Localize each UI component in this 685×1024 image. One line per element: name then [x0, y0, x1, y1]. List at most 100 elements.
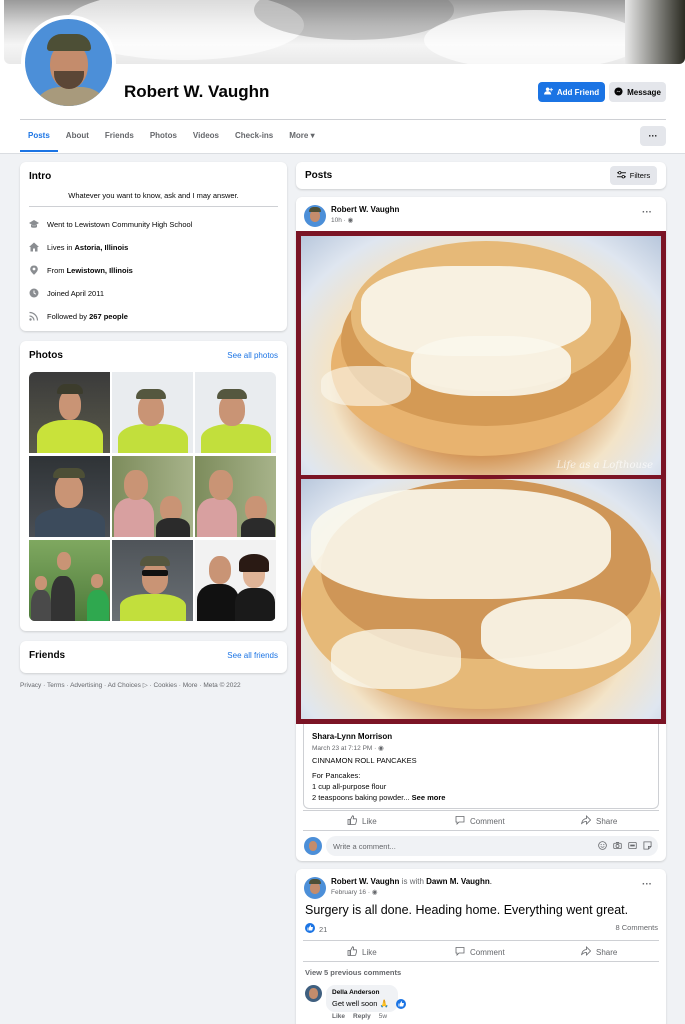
- comment-reply-link[interactable]: Reply: [353, 1013, 371, 1020]
- share-button[interactable]: Share: [581, 946, 617, 958]
- post-author-avatar[interactable]: [304, 877, 326, 899]
- home-icon: [29, 242, 39, 252]
- shared-line: For Pancakes:: [312, 771, 361, 780]
- comment-time[interactable]: 5w: [379, 1013, 387, 1020]
- thumbs-up-icon: [347, 815, 358, 827]
- tab-photos[interactable]: Photos: [142, 126, 185, 152]
- comment-input[interactable]: Write a comment...: [326, 836, 658, 856]
- photo-thumbnail[interactable]: [112, 372, 193, 453]
- intro-lives-link[interactable]: Astoria, Illinois: [75, 243, 129, 252]
- photo-thumbnail[interactable]: [195, 540, 276, 621]
- with-text: is with: [401, 877, 424, 886]
- comment-label: Comment: [470, 816, 505, 826]
- rss-icon: [29, 311, 39, 321]
- photo-thumbnail[interactable]: [112, 540, 193, 621]
- post-author-avatar[interactable]: [304, 205, 326, 227]
- intro-card: Intro Whatever you want to know, ask and…: [20, 162, 287, 331]
- view-previous-comments-link[interactable]: View 5 previous comments: [305, 968, 401, 977]
- comment-button[interactable]: Comment: [455, 946, 505, 958]
- current-user-avatar[interactable]: [304, 837, 322, 855]
- add-person-icon: [543, 87, 553, 97]
- sliders-icon: [616, 170, 626, 181]
- photo-thumbnail[interactable]: [195, 456, 276, 537]
- like-button[interactable]: Like: [347, 815, 377, 827]
- photo-thumbnail[interactable]: [29, 540, 110, 621]
- add-friend-button[interactable]: Add Friend: [538, 82, 605, 102]
- profile-avatar[interactable]: [21, 15, 116, 110]
- pancake-image-bottom: [301, 479, 661, 719]
- intro-row-joined: Joined April 2011: [29, 288, 104, 298]
- camera-icon[interactable]: [613, 841, 622, 852]
- image-watermark: Life as a Lofthouse: [556, 460, 653, 471]
- clock-icon: [29, 288, 39, 298]
- post-actions-divider-bottom: [303, 830, 659, 831]
- comment-actions: Like Reply 5w: [332, 1013, 387, 1020]
- see-all-friends-link[interactable]: See all friends: [227, 651, 278, 660]
- footer-links[interactable]: Privacy · Terms · Advertising · Ad Choic…: [20, 681, 241, 689]
- sticker-icon[interactable]: [643, 840, 652, 852]
- post-options-icon[interactable]: ···: [642, 207, 652, 218]
- comment-button[interactable]: Comment: [455, 815, 505, 827]
- reaction-summary[interactable]: 21: [305, 923, 327, 935]
- photo-thumbnail[interactable]: [112, 456, 193, 537]
- like-label: Like: [362, 947, 377, 957]
- photo-thumbnail[interactable]: [29, 456, 110, 537]
- post-image[interactable]: Life as a Lofthouse: [296, 231, 666, 724]
- intro-row-education: Went to Lewistown Community High School: [29, 219, 192, 229]
- intro-from-link[interactable]: Lewistown, Illinois: [67, 266, 133, 275]
- comment-like-link[interactable]: Like: [332, 1013, 345, 1020]
- tab-more[interactable]: More ▾: [281, 126, 322, 152]
- tagged-person-link[interactable]: Dawn M. Vaughn: [426, 877, 490, 886]
- profile-more-button[interactable]: ···: [640, 126, 666, 146]
- share-button[interactable]: Share: [581, 815, 617, 827]
- add-friend-label: Add Friend: [556, 87, 600, 97]
- comment-input-placeholder: Write a comment...: [333, 841, 396, 851]
- filters-button[interactable]: Filters: [610, 166, 657, 185]
- post-author-name[interactable]: Robert W. Vaughn: [331, 877, 399, 886]
- intro-followers-link[interactable]: 267 people: [89, 312, 128, 321]
- intro-education-text: Went to Lewistown Community High School: [47, 219, 193, 229]
- posts-title: Posts: [305, 170, 333, 181]
- post-actions-divider-top: [303, 810, 659, 811]
- tab-posts[interactable]: Posts: [20, 126, 58, 152]
- like-button[interactable]: Like: [347, 946, 377, 958]
- comment-icon: [455, 946, 465, 958]
- post-options-icon[interactable]: ···: [642, 879, 652, 890]
- message-button[interactable]: Message: [609, 82, 666, 102]
- location-pin-icon: [29, 265, 39, 275]
- tab-about[interactable]: About: [58, 126, 97, 152]
- intro-joined-text: Joined April 2011: [47, 288, 104, 298]
- intro-from-prefix: From: [47, 265, 67, 275]
- tab-videos[interactable]: Videos: [185, 126, 227, 152]
- intro-row-from: From Lewistown, Illinois: [29, 265, 133, 275]
- intro-row-followers: Followed by 267 people: [29, 311, 128, 321]
- gif-icon[interactable]: [628, 841, 637, 852]
- see-more-link[interactable]: See more: [412, 793, 446, 802]
- emoji-icon[interactable]: [598, 840, 607, 852]
- comment-like-reaction-icon[interactable]: [396, 999, 406, 1011]
- tab-check-ins[interactable]: Check-ins: [227, 126, 281, 152]
- share-icon: [581, 815, 592, 827]
- like-reaction-icon: [305, 923, 315, 935]
- post-timestamp[interactable]: 10h · ◉: [331, 216, 353, 224]
- photo-thumbnail[interactable]: [29, 372, 110, 453]
- share-label: Share: [596, 947, 618, 957]
- photo-thumbnail[interactable]: [195, 372, 276, 453]
- tab-friends[interactable]: Friends: [97, 126, 142, 152]
- shared-line: 2 teaspoons baking powder...: [312, 793, 410, 802]
- intro-bio: Whatever you want to know, ask and I may…: [68, 191, 239, 200]
- profile-header: Robert W. Vaughn Add Friend Message Post…: [0, 0, 685, 154]
- commenter-name[interactable]: Della Anderson: [332, 989, 379, 996]
- intro-row-lives: Lives in Astoria, Illinois: [29, 242, 128, 252]
- shared-timestamp[interactable]: March 23 at 7:12 PM · ◉: [312, 744, 384, 752]
- thumbs-up-icon: [347, 946, 358, 958]
- comment-label: Comment: [470, 947, 505, 957]
- share-label: Share: [596, 816, 618, 826]
- shared-post-preview[interactable]: Shara-Lynn Morrison March 23 at 7:12 PM …: [303, 724, 659, 809]
- comments-count[interactable]: 8 Comments: [615, 923, 658, 932]
- post-timestamp[interactable]: February 16 · ◉: [331, 888, 378, 896]
- post-author-name[interactable]: Robert W. Vaughn: [331, 205, 399, 214]
- see-all-photos-link[interactable]: See all photos: [227, 351, 278, 360]
- commenter-avatar[interactable]: [305, 985, 322, 1002]
- shared-author-name[interactable]: Shara-Lynn Morrison: [312, 732, 392, 741]
